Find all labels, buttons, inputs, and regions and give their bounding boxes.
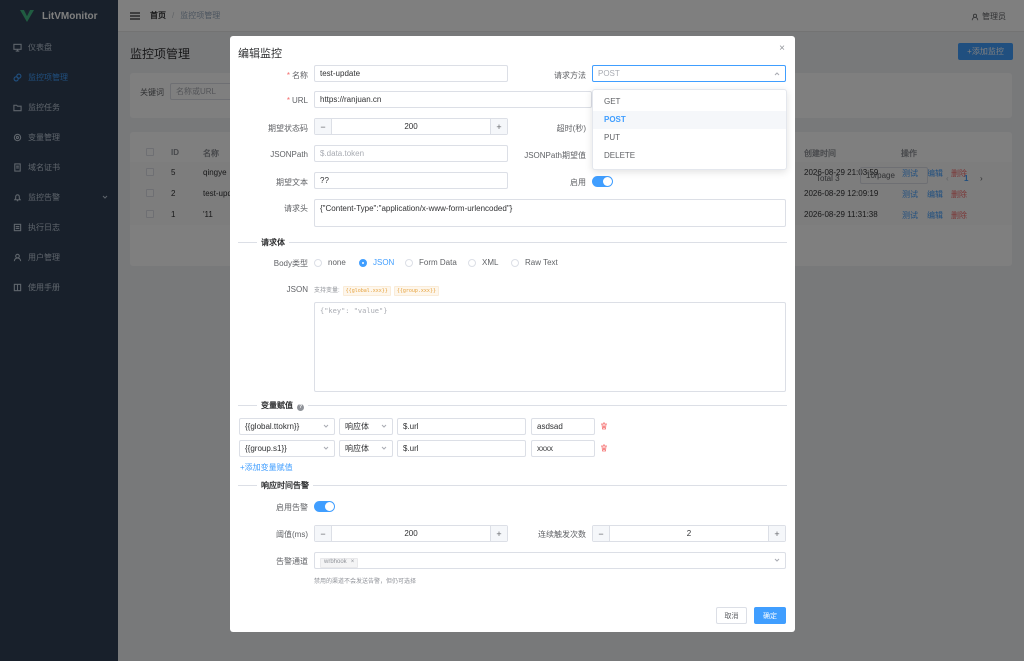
plus-icon[interactable]: +: [490, 526, 507, 541]
jsonpath-label: JSONPath: [270, 150, 308, 159]
var-target-select[interactable]: {{global.ttokrn}}: [239, 418, 335, 435]
json-label: JSON: [286, 285, 308, 294]
enabled-label: 启用: [570, 178, 586, 187]
threshold-stepper[interactable]: − 200 +: [314, 525, 508, 542]
jsonpath-input[interactable]: $.data.token: [314, 145, 508, 162]
timeout-label: 超时(秒): [556, 124, 586, 133]
method-option-put[interactable]: PUT: [593, 129, 786, 147]
consecutive-stepper[interactable]: − 2 +: [592, 525, 786, 542]
enable-alert-switch[interactable]: [314, 501, 335, 512]
headers-textarea[interactable]: {"Content-Type":"application/x-www-form-…: [314, 199, 786, 227]
consecutive-label: 连续触发次数: [538, 530, 586, 539]
method-option-get[interactable]: GET: [593, 93, 786, 111]
body-section-title: 请求体: [257, 237, 289, 248]
alert-section-title: 响应时间告警: [257, 480, 313, 491]
var-value-input[interactable]: xxxx: [531, 440, 595, 457]
var-value-input[interactable]: asdsad: [531, 418, 595, 435]
minus-icon[interactable]: −: [593, 526, 610, 541]
method-label: 请求方法: [554, 71, 586, 80]
radio-none[interactable]: none: [314, 258, 346, 267]
method-select[interactable]: POST: [592, 65, 786, 82]
chevron-down-icon: [774, 558, 780, 562]
var-target-select[interactable]: {{group.s1}}: [239, 440, 335, 457]
close-icon[interactable]: ×: [779, 43, 785, 54]
channel-select[interactable]: wrbhook ×: [314, 552, 786, 569]
name-label: * 名称: [286, 71, 308, 80]
radio-raw-text[interactable]: Raw Text: [511, 258, 558, 267]
expect-text-label: 期望文本: [276, 178, 308, 187]
chevron-down-icon: [381, 424, 387, 428]
help-icon[interactable]: ?: [297, 404, 304, 411]
minus-icon[interactable]: −: [315, 119, 332, 134]
minus-icon[interactable]: −: [315, 526, 332, 541]
channel-label: 告警通道: [276, 557, 308, 566]
cancel-button[interactable]: 取消: [716, 607, 747, 624]
name-input[interactable]: test-update: [314, 65, 508, 82]
plus-icon[interactable]: +: [490, 119, 507, 134]
chevron-down-icon: [323, 446, 329, 450]
plus-icon[interactable]: +: [768, 526, 785, 541]
body-type-label: Body类型: [273, 259, 308, 268]
var-source-select[interactable]: 响应体: [339, 440, 393, 457]
json-body-textarea[interactable]: {"key": "value"}: [314, 302, 786, 392]
url-label: * URL: [286, 96, 308, 105]
method-option-post[interactable]: POST: [593, 111, 786, 129]
radio-form-data[interactable]: Form Data: [405, 258, 457, 267]
threshold-label: 阈值(ms): [276, 530, 308, 539]
channel-chip: wrbhook ×: [320, 555, 359, 570]
jsonpath-expect-label: JSONPath期望值: [524, 151, 586, 160]
alert-section: 响应时间告警: [238, 480, 787, 491]
vars-hint: 支持变量: {{global.xxx}} {{group.xxx}}: [314, 285, 439, 296]
chevron-down-icon: [381, 446, 387, 450]
body-section: 请求体: [238, 237, 787, 248]
method-dropdown: GET POST PUT DELETE: [592, 89, 787, 170]
expect-text-input[interactable]: ??: [314, 172, 508, 189]
var-path-input[interactable]: $.url: [397, 440, 526, 457]
headers-label: 请求头: [284, 204, 308, 213]
url-input[interactable]: https://ranjuan.cn: [314, 91, 592, 108]
vars-section: 变量赋值?: [238, 400, 787, 411]
channel-hint: 禁用的渠道不会发送告警，但仍可选择: [314, 579, 417, 585]
dialog-title: 编辑监控: [238, 48, 282, 60]
enable-alert-label: 启用告警: [276, 503, 308, 512]
status-stepper[interactable]: − 200 +: [314, 118, 508, 135]
delete-icon[interactable]: [600, 422, 608, 430]
add-variable-button[interactable]: +添加变量赋值: [240, 462, 293, 473]
ok-button[interactable]: 确定: [754, 607, 786, 624]
enabled-switch[interactable]: [592, 176, 613, 187]
close-icon[interactable]: ×: [351, 555, 355, 570]
delete-icon[interactable]: [600, 444, 608, 452]
method-option-delete[interactable]: DELETE: [593, 147, 786, 165]
var-path-input[interactable]: $.url: [397, 418, 526, 435]
var-source-select[interactable]: 响应体: [339, 418, 393, 435]
chevron-up-icon: [774, 72, 780, 76]
vars-section-title: 变量赋值: [261, 401, 293, 410]
status-label: 期望状态码: [268, 124, 308, 133]
radio-json[interactable]: JSON: [359, 258, 394, 267]
chevron-down-icon: [323, 424, 329, 428]
radio-xml[interactable]: XML: [468, 258, 498, 267]
